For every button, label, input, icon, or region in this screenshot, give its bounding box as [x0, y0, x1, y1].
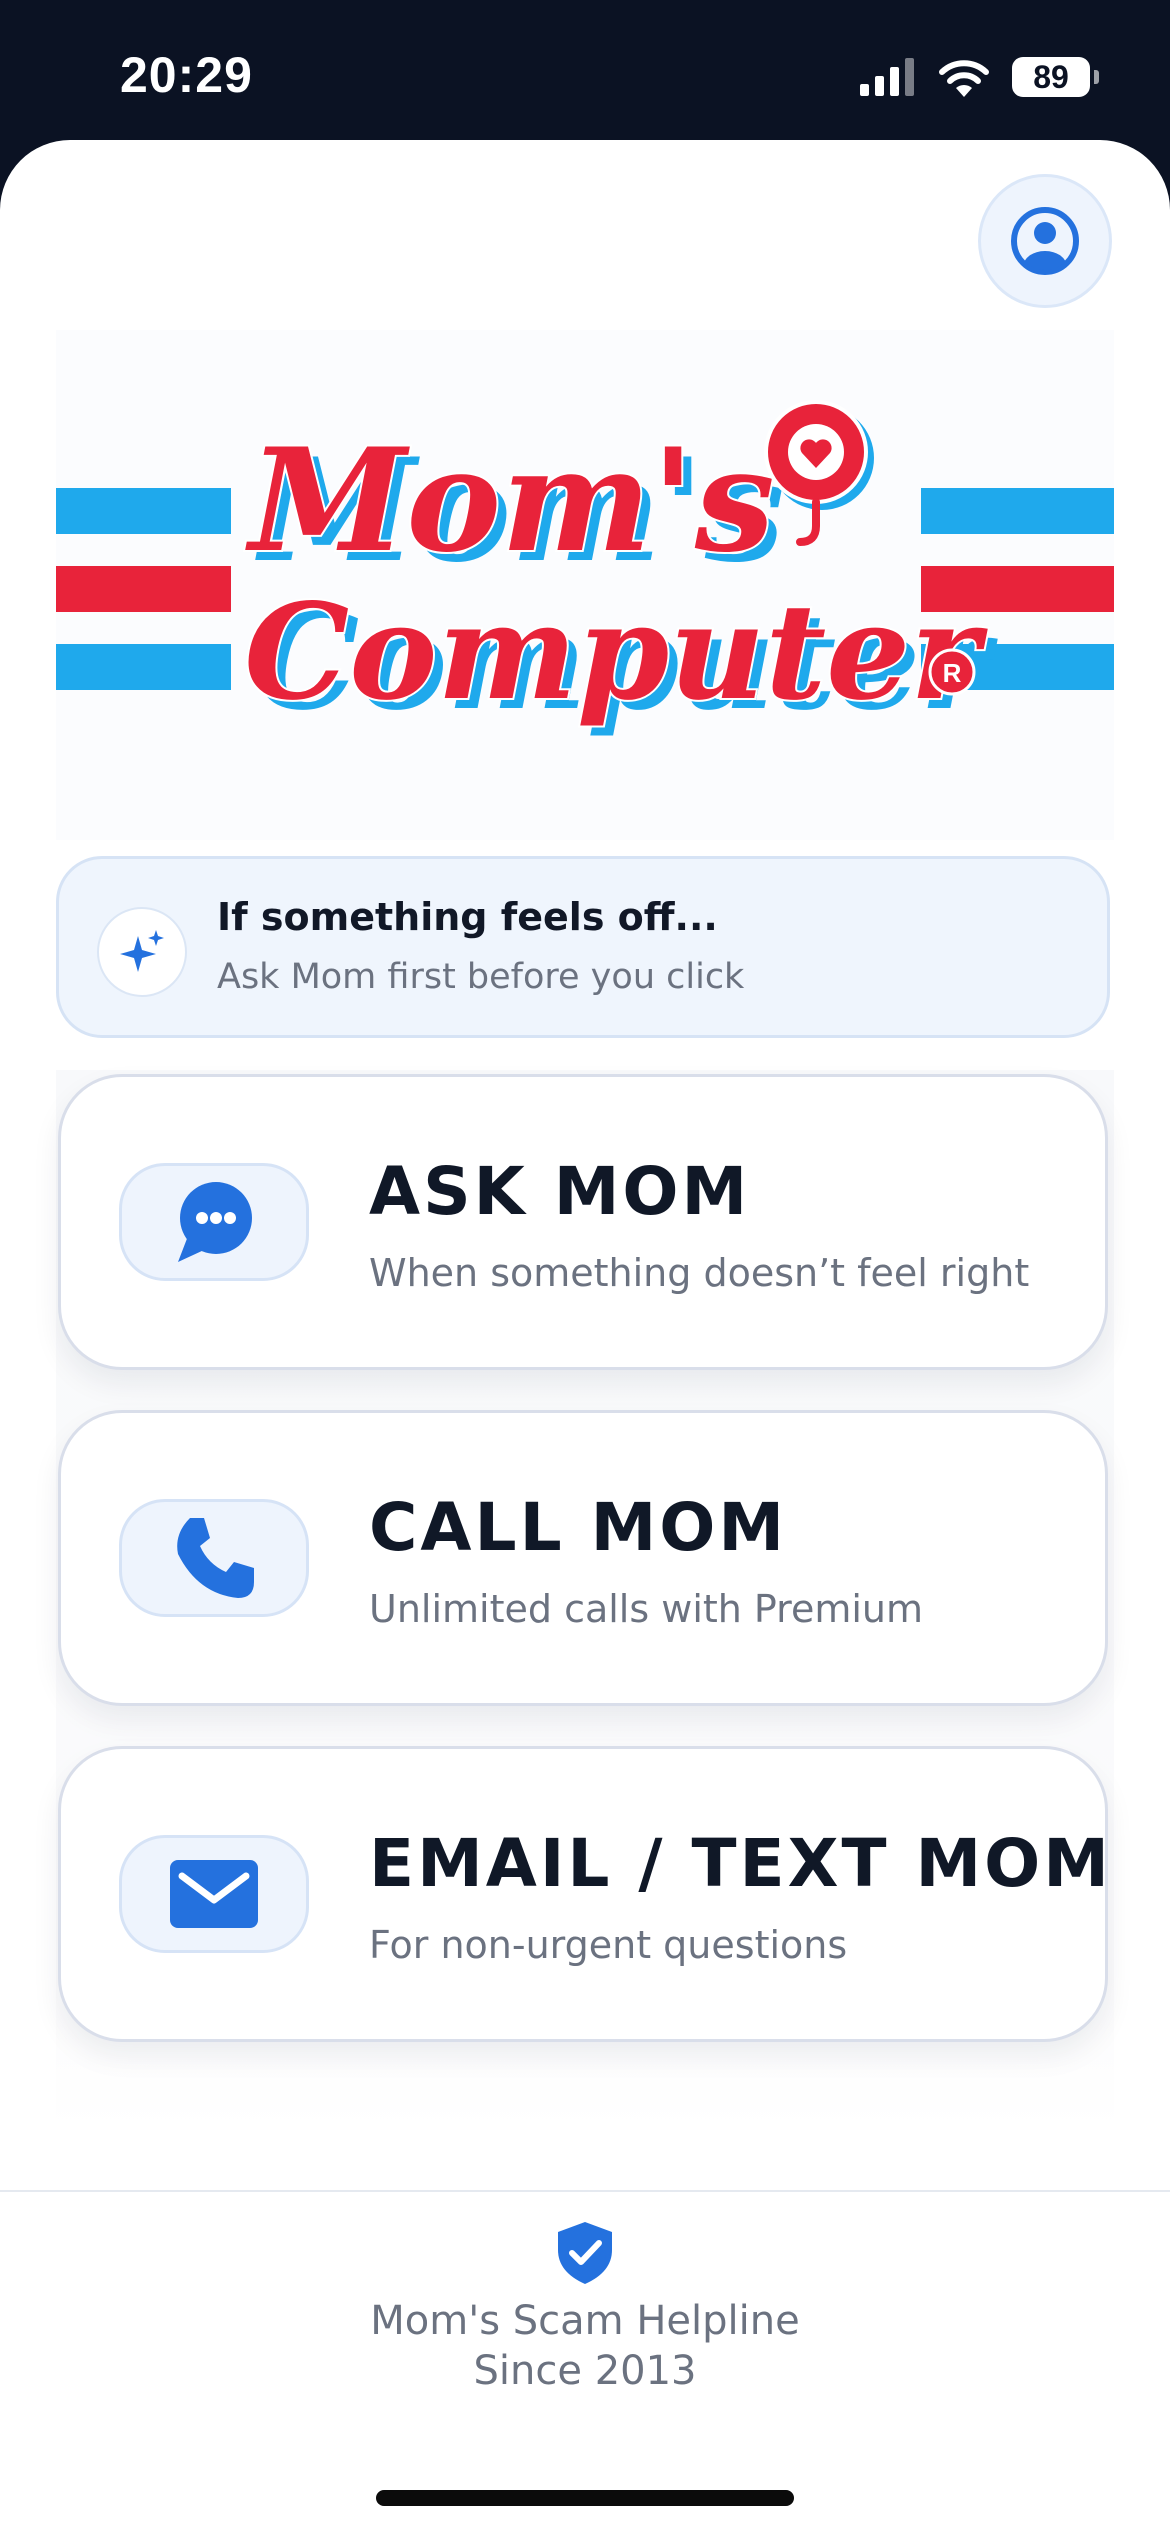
registered-mark: R: [928, 648, 976, 696]
svg-text:R: R: [943, 658, 962, 688]
profile-button[interactable]: [978, 174, 1112, 308]
chat-bubble-icon: [119, 1163, 309, 1281]
svg-text:Computer: Computer: [244, 575, 988, 730]
shield-check-icon: [558, 2222, 612, 2284]
footer-divider: [0, 2190, 1170, 2192]
ask-mom-subtitle: When something doesn’t feel right: [369, 1251, 1030, 1295]
signal-icon: [860, 58, 914, 96]
logo-word-moms: Mom's: [244, 418, 775, 584]
svg-text:Mom's: Mom's: [244, 418, 775, 584]
status-indicators: 89: [860, 52, 1099, 102]
status-bar: 20:29 89: [0, 0, 1170, 150]
contact-options: ASK MOM When something doesn’t feel righ…: [56, 1070, 1114, 2130]
tip-title: If something feels off...: [217, 895, 718, 939]
logo-word-computer: Computer: [244, 575, 988, 730]
home-indicator[interactable]: [376, 2490, 794, 2506]
ask-mom-button[interactable]: ASK MOM When something doesn’t feel righ…: [58, 1074, 1108, 1370]
brand-logo: Mom's Mom's Computer Computer R: [56, 330, 1114, 840]
ask-mom-title: ASK MOM: [369, 1153, 751, 1230]
tip-subtitle: Ask Mom first before you click: [217, 957, 745, 997]
call-mom-subtitle: Unlimited calls with Premium: [369, 1587, 924, 1631]
sparkles-icon: [97, 907, 187, 997]
main-sheet: Mom's Mom's Computer Computer R If somet…: [0, 140, 1170, 2532]
email-text-mom-button[interactable]: EMAIL / TEXT MOM For non-urgent question…: [58, 1746, 1109, 2042]
wifi-icon: [939, 60, 989, 97]
footer-since: Since 2013: [473, 2348, 697, 2394]
phone-icon: [119, 1499, 309, 1617]
status-time: 20:29: [120, 47, 253, 103]
footer-title: Mom's Scam Helpline: [370, 2298, 800, 2344]
battery-icon: 89: [1012, 57, 1099, 97]
email-text-mom-title: EMAIL / TEXT MOM: [369, 1825, 1112, 1902]
battery-level: 89: [1033, 59, 1069, 95]
call-mom-button[interactable]: CALL MOM Unlimited calls with Premium: [58, 1410, 1108, 1706]
user-circle-icon: [1011, 207, 1079, 275]
envelope-icon: [119, 1835, 309, 1953]
email-text-mom-subtitle: For non-urgent questions: [369, 1923, 848, 1967]
call-mom-title: CALL MOM: [369, 1489, 788, 1566]
scam-tip-banner: If something feels off... Ask Mom first …: [56, 856, 1110, 1038]
